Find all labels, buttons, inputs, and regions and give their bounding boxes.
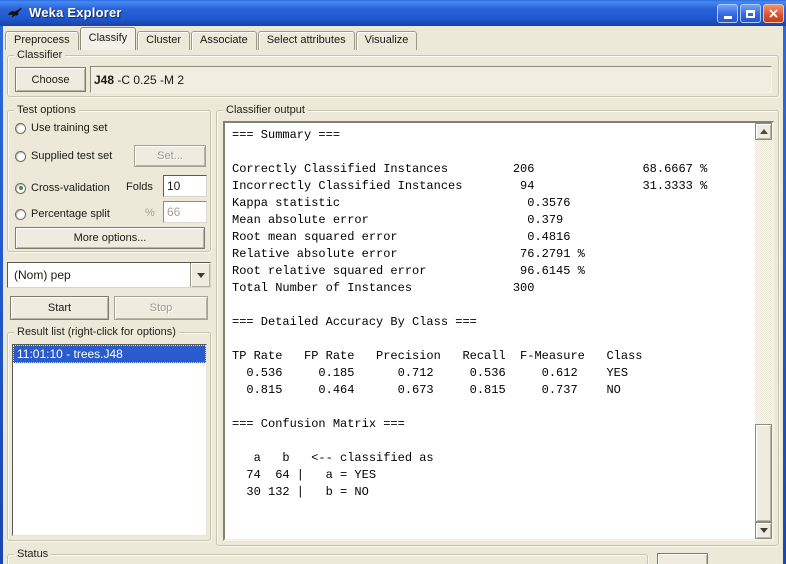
folds-input[interactable]: 10 [163,175,207,197]
result-list[interactable]: 11:01:10 - trees.J48 [12,344,207,536]
test-options-group-label: Test options [14,104,79,116]
radio-supplied-test-set-label: Supplied test set [31,150,112,162]
class-attribute-dropdown-button[interactable] [190,263,210,287]
more-options-button[interactable]: More options... [15,227,205,249]
radio-supplied-test-set[interactable]: Supplied test set [15,149,112,163]
radio-cross-validation-circle[interactable] [15,183,26,194]
weka-icon [7,5,23,21]
scroll-up-button[interactable] [755,123,772,140]
vertical-scrollbar[interactable] [755,123,772,539]
classifier-output-text[interactable]: === Summary === Correctly Classified Ins… [225,123,755,539]
start-button[interactable]: Start [10,296,109,320]
close-button[interactable]: × [763,4,784,23]
radio-percentage-split-label: Percentage split [31,208,110,220]
scroll-down-button[interactable] [755,522,772,539]
chevron-down-icon [197,273,205,278]
radio-use-training-set-label: Use training set [31,122,107,134]
minimize-button[interactable] [717,4,738,23]
weka-explorer-window: Weka Explorer × Preprocess Classify Clus… [0,0,786,564]
minimize-icon [724,16,732,19]
radio-supplied-test-set-circle[interactable] [15,151,26,162]
tab-preprocess[interactable]: Preprocess [5,31,79,50]
classifier-group-label: Classifier [14,49,65,61]
radio-percentage-split-circle[interactable] [15,209,26,220]
status-group-label: Status [14,548,51,560]
tab-select-attributes[interactable]: Select attributes [258,31,355,50]
radio-use-training-set-circle[interactable] [15,123,26,134]
close-icon: × [768,7,780,21]
percent-split-input[interactable]: 66 [163,201,207,223]
scroll-up-icon [760,129,768,134]
classifier-output-group-label: Classifier output [223,104,308,116]
result-list-item[interactable]: 11:01:10 - trees.J48 [13,345,206,363]
class-attribute-value: (Nom) pep [8,268,190,282]
tab-cluster[interactable]: Cluster [137,31,190,50]
classifier-scheme-name: J48 [94,73,114,87]
tab-visualize[interactable]: Visualize [356,31,418,50]
tab-associate[interactable]: Associate [191,31,257,50]
window-controls: × [717,4,784,23]
radio-cross-validation-label: Cross-validation [31,182,110,194]
choose-classifier-button[interactable]: Choose [15,67,86,92]
classifier-output-group: Classifier output === Summary === Correc… [216,110,779,546]
classifier-output-pane: === Summary === Correctly Classified Ins… [223,121,774,541]
test-options-group: Test options Use training set Supplied t… [7,110,211,252]
title-bar[interactable]: Weka Explorer × [0,0,786,26]
radio-percentage-split[interactable]: Percentage split [15,207,110,221]
folds-label: Folds [126,181,153,193]
class-attribute-select[interactable]: (Nom) pep [7,262,211,288]
classifier-scheme-field[interactable]: J48 -C 0.25 -M 2 [90,66,772,93]
tab-classify[interactable]: Classify [80,27,137,50]
scroll-down-icon [760,528,768,533]
tab-bar: Preprocess Classify Cluster Associate Se… [5,27,418,50]
window-border-left [0,0,3,564]
scrollbar-thumb[interactable] [755,424,772,522]
maximize-button[interactable] [740,4,761,23]
percent-label: % [145,207,155,219]
radio-cross-validation[interactable]: Cross-validation [15,181,110,195]
set-test-set-button[interactable]: Set... [134,145,206,167]
window-title: Weka Explorer [29,5,122,20]
result-list-group-label: Result list (right-click for options) [14,326,179,338]
stop-button[interactable]: Stop [114,296,208,320]
result-list-group: Result list (right-click for options) 11… [7,332,211,541]
classifier-scheme-options: -C 0.25 -M 2 [114,73,184,87]
classifier-group: Classifier Choose J48 -C 0.25 -M 2 [7,55,779,97]
status-group: Status [7,554,648,564]
radio-use-training-set[interactable]: Use training set [15,121,107,135]
maximize-icon [746,10,755,18]
log-button[interactable] [657,553,708,564]
